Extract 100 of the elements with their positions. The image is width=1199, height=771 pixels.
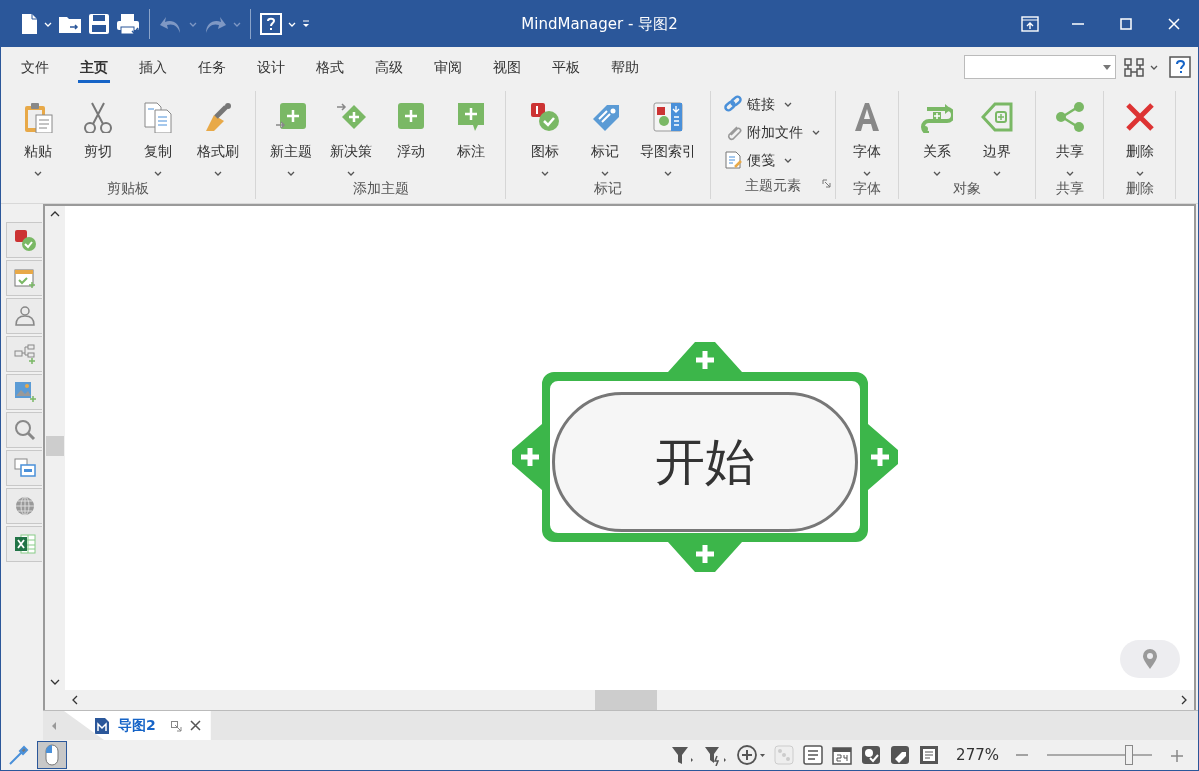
- central-topic[interactable]: 开始: [552, 392, 858, 532]
- float-window-icon[interactable]: [170, 720, 182, 732]
- markers-panel-icon: [12, 228, 37, 252]
- ribbon-button[interactable]: 粘贴: [9, 91, 67, 178]
- binoculars-icon[interactable]: [1123, 56, 1145, 78]
- ribbon-button[interactable]: 关系: [908, 91, 966, 178]
- windows-icon: [12, 456, 37, 480]
- calendar-task-icon: [12, 266, 37, 290]
- ribbon-button[interactable]: 标注: [441, 91, 500, 178]
- group-label: 共享: [1055, 180, 1084, 196]
- help-icon[interactable]: [1169, 56, 1191, 78]
- group-label: 字体: [853, 180, 881, 196]
- relationship-icon: [921, 101, 953, 133]
- location-button[interactable]: [1120, 640, 1180, 678]
- side-panel-tab[interactable]: [6, 374, 42, 410]
- ribbon-button[interactable]: 导图索引: [636, 91, 700, 178]
- print-icon[interactable]: [115, 12, 141, 36]
- eyedropper-icon[interactable]: [7, 743, 31, 767]
- ribbon-button[interactable]: 链接: [721, 91, 825, 117]
- tab-label: 导图2: [118, 716, 156, 735]
- ribbon-tab[interactable]: 视图: [481, 49, 533, 85]
- note-icon: [723, 150, 743, 170]
- ribbon-button[interactable]: 复制: [129, 91, 187, 178]
- notes-icon[interactable]: [802, 744, 825, 766]
- ribbon-button[interactable]: 图标: [516, 91, 574, 178]
- search-icon: [12, 418, 37, 442]
- side-panel-tab[interactable]: [6, 412, 42, 448]
- scroll-left-icon[interactable]: [71, 695, 78, 705]
- calendar-icon[interactable]: [831, 744, 854, 766]
- clipboard-icon: [22, 101, 54, 133]
- scissors-icon: [82, 101, 114, 133]
- scroll-up-icon[interactable]: [50, 210, 60, 217]
- ribbon-tab[interactable]: 文件: [9, 49, 61, 85]
- ribbon-tab[interactable]: 格式: [304, 49, 356, 85]
- spreadsheet-icon: [12, 532, 37, 556]
- ribbon-button[interactable]: 附加文件: [721, 119, 825, 145]
- add-subtopic-icon[interactable]: [871, 448, 889, 466]
- group-label: 主题元素: [745, 177, 801, 193]
- ribbon-tab[interactable]: 高级: [363, 49, 415, 85]
- ribbon-button[interactable]: 标记: [576, 91, 634, 178]
- mouse-mode-button[interactable]: [37, 741, 67, 769]
- side-panel-tab[interactable]: [6, 298, 42, 334]
- dropdown-arrow-icon[interactable]: [1103, 64, 1111, 70]
- marker-icons-icon: [529, 101, 561, 133]
- map-index-icon: [652, 101, 684, 133]
- scroll-right-icon[interactable]: [1181, 695, 1188, 705]
- save-icon[interactable]: [87, 12, 111, 36]
- ribbon-tab[interactable]: 帮助: [599, 49, 651, 85]
- group-label: 删除: [1125, 180, 1154, 196]
- ribbon-button[interactable]: 共享: [1040, 91, 1099, 178]
- ribbon-tab[interactable]: 平板: [540, 49, 592, 85]
- ribbon-display-icon: [1021, 16, 1039, 32]
- document-tab[interactable]: 导图2: [64, 711, 211, 740]
- slider-thumb[interactable]: [1124, 745, 1133, 765]
- link-icon: [723, 94, 743, 114]
- add-subtopic-icon[interactable]: [696, 351, 714, 369]
- ribbon-button[interactable]: 新决策: [321, 91, 380, 178]
- mouse-icon: [45, 744, 59, 766]
- side-panel-tab[interactable]: [6, 526, 42, 562]
- dropdown-caret-icon[interactable]: [1148, 63, 1159, 71]
- group-label: 添加主题: [352, 180, 409, 196]
- ribbon-button[interactable]: 新主题: [261, 91, 320, 178]
- zoom-in-icon[interactable]: [1170, 748, 1184, 763]
- new-document-icon[interactable]: [19, 12, 39, 36]
- task-check-icon[interactable]: [860, 744, 883, 766]
- ribbon-button[interactable]: 便笺: [721, 147, 825, 173]
- add-circle-icon[interactable]: [736, 744, 767, 766]
- dialog-launcher-icon[interactable]: [822, 178, 831, 188]
- copy-icon: [142, 101, 174, 133]
- ribbon-tab[interactable]: 审阅: [422, 49, 474, 85]
- minimize-icon: [1072, 23, 1084, 25]
- document-icon[interactable]: [918, 744, 941, 766]
- ribbon-tab[interactable]: 插入: [127, 49, 179, 85]
- window-title: MindManager - 导图2: [521, 14, 678, 33]
- ribbon-button[interactable]: 边界: [968, 91, 1026, 178]
- customize-toolbar-icon[interactable]: [301, 19, 311, 29]
- search-field[interactable]: [964, 55, 1116, 79]
- ribbon-tab[interactable]: 设计: [245, 49, 297, 85]
- ribbon-button[interactable]: 删除: [1110, 91, 1169, 178]
- maximize-icon: [1120, 18, 1132, 30]
- scrollbar-thumb[interactable]: [595, 690, 657, 710]
- scroll-down-icon[interactable]: [50, 679, 60, 686]
- ribbon-button[interactable]: 格式刷: [189, 91, 247, 178]
- ribbon-button[interactable]: 剪切: [69, 91, 127, 178]
- tag-icon[interactable]: [889, 744, 912, 766]
- scrollbar-thumb[interactable]: [46, 436, 64, 456]
- ribbon-tab[interactable]: 任务: [186, 49, 238, 85]
- group-label: 剪贴板: [107, 180, 149, 196]
- side-panel-tab[interactable]: [6, 222, 42, 258]
- tab-scroll-left-icon[interactable]: [50, 720, 57, 731]
- topic-tree-icon: [12, 342, 37, 366]
- close-tab-icon[interactable]: [189, 720, 201, 731]
- add-subtopic-icon[interactable]: [696, 545, 714, 563]
- ribbon-button[interactable]: 浮动: [381, 91, 440, 178]
- group-label: 对象: [953, 180, 981, 196]
- ribbon-tab[interactable]: 主页: [68, 49, 120, 85]
- add-subtopic-icon[interactable]: [521, 448, 539, 466]
- ribbon-button[interactable]: 字体: [838, 91, 896, 178]
- side-panel-tab[interactable]: [6, 488, 42, 524]
- side-panel-tab[interactable]: [6, 450, 42, 486]
